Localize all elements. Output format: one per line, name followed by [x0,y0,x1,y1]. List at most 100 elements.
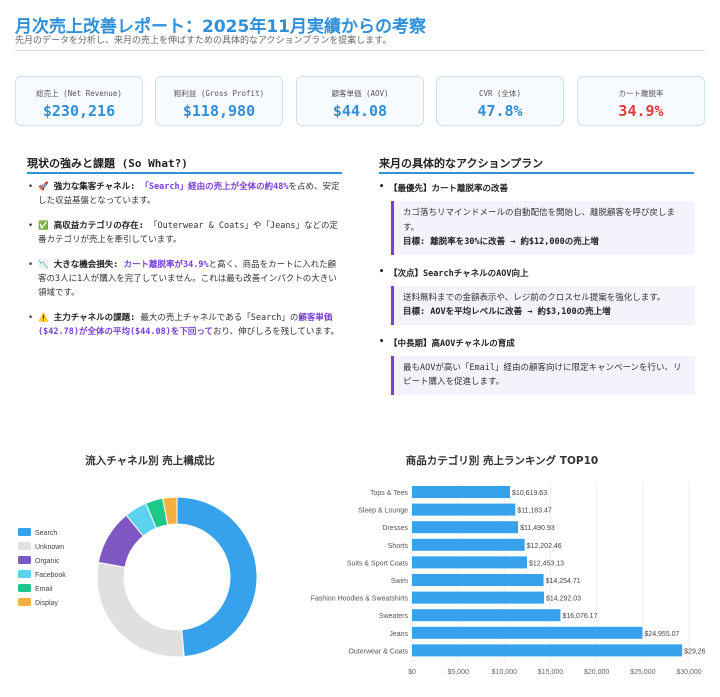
kpi-label: カート離脱率 [618,89,664,98]
pie-chart-title: 流入チャネル別 売上構成比 [85,455,215,467]
x-tick-label: $0 [408,669,416,676]
action-heading: 【次点】SearchチャネルのAOV向上 [379,267,695,279]
kpi-label: 顧客単価 (AOV) [331,89,389,98]
bar-value-label: $29,26 [684,648,706,655]
bar [412,486,511,498]
report-page: 月次売上改善レポート：2025年11月実績からの考察 先月のデータを分析し、来月… [0,0,720,697]
kpi-card-cvr: CVR (全体) 47.8% [436,76,564,126]
action-description: カゴ落ちリマインドメールの自動配信を開始し、離脱顧客を呼び戻します。 [403,208,676,233]
kpi-card-gross-profit: 粗利益 (Gross Profit) $118,980 [155,76,283,126]
kpi-label: 粗利益 (Gross Profit) [173,89,265,98]
bar [412,644,683,657]
action-card: 送料無料までの金額表示や、レジ前のクロスセル提案を強化します。 目標: AOVを… [391,285,695,325]
action-plan-list: 【最優先】カート離脱率の改善 カゴ落ちリマインドメールの自動配信を開始し、離脱顧… [379,182,695,407]
list-item: 🚀 強力な集客チャネル: 「Search」経由の売上が全体の約48%を占め、安定… [28,180,344,208]
kpi-value: 47.8% [477,102,523,120]
rocket-icon: 🚀 [38,182,49,192]
header-divider [15,50,705,51]
action-goal: 目標: 離脱率を30%に改善 → 約$12,000の売上増 [403,237,599,247]
bar [412,609,561,622]
item-text: おり、伸びしろを残しています。 [212,327,340,337]
bar [412,574,544,586]
bar-value-label: $14,254.71 [546,578,581,585]
check-icon: ✅ [38,221,49,231]
x-tick-label: $15,000 [538,669,563,676]
legend-label: Email [35,586,53,593]
bar [412,503,516,516]
y-tick-label: Dresses [382,525,408,532]
x-tick-label: $5,000 [447,669,469,676]
x-tick-label: $10,000 [492,669,517,676]
action-heading: 【中長期】高AOVチャネルの育成 [379,337,695,349]
kpi-value: $44.08 [332,102,388,120]
bar-chart-title: 商品カテゴリ別 売上ランキング TOP10 [405,455,599,467]
actions-title-underline [379,172,694,174]
bar [412,556,527,569]
kpi-label: 総売上 (Net Revenue) [36,89,122,98]
action-heading: 【最優先】カート離脱率の改善 [379,182,695,194]
pie-slice-unknown [96,561,185,658]
y-tick-label: Suits & Sport Coats [347,560,409,567]
bar-value-label: $24,955.07 [644,631,679,638]
legend-swatch [18,528,31,536]
bar-value-label: $10,619.63 [512,490,547,497]
strengths-list: 🚀 強力な集客チャネル: 「Search」経由の売上が全体の約48%を占め、安定… [28,180,344,350]
bar [412,626,643,639]
y-tick-label: Swim [391,578,408,585]
y-tick-label: Tops & Tees [370,490,409,497]
strengths-section-title: 現状の強みと課題 (So What?) [27,157,188,170]
bar-value-label: $11,490.93 [520,525,555,532]
page-subtitle: 先月のデータを分析し、来月の売上を伸ばすための具体的なアクションプランを提案しま… [15,36,392,46]
actions-section-title: 来月の具体的なアクションプラン [379,157,544,170]
action-description: 最もAOVが高い「Email」経由の顧客向けに限定キャンペーンを行い、リピート購… [403,362,682,388]
legend-label: Organic [35,558,60,565]
item-heading: 大きな機会損失: [53,260,119,270]
bar-value-label: $12,202.46 [527,543,562,550]
strengths-title-underline [27,172,342,174]
x-tick-label: $20,000 [584,669,609,676]
legend-label: Facebook [35,572,66,579]
kpi-value: 34.9% [618,102,664,120]
list-item: ⚠️ 主力チャネルの課題: 最大の売上チャネルである「Search」の顧客単価(… [28,311,344,339]
legend-label: Search [35,530,57,537]
list-item: ✅ 高収益カテゴリの存在: 「Outerwear & Coats」や「Jeans… [28,219,344,247]
y-tick-label: Shorts [388,543,409,550]
item-heading: 強力な集客チャネル: [53,182,136,192]
y-tick-label: Fashion Hoodies & Sweatshirts [311,596,409,603]
item-heading: 主力チャネルの課題: [53,313,136,323]
kpi-label: CVR (全体) [478,89,522,98]
x-tick-label: $25,000 [630,669,655,676]
action-goal: 目標: AOVを平均レベルに改善 → 約$3,100の売上増 [403,307,611,317]
bar [412,521,519,534]
item-highlight: カート離脱率が34.9% [123,260,209,270]
kpi-card-revenue: 総売上 (Net Revenue) $230,216 [15,76,143,126]
kpi-card-cart-abandonment: カート離脱率 34.9% [577,76,705,126]
bar-value-label: $12,453.13 [529,560,564,567]
legend-label: Unknown [35,544,64,551]
y-tick-label: Outerwear & Coats [348,648,408,655]
item-highlight: 「Search」経由の売上が全体の約48% [140,182,289,192]
item-text: 最大の売上チャネルである「Search」の [135,313,299,323]
bar-value-label: $11,183.47 [517,508,552,515]
category-bar-chart: $0 $5,000 $10,000 $15,000 $20,000 $25,000 $30,… [311,482,706,676]
bar-value-label: $16,076.17 [562,613,597,620]
y-tick-label: Jeans [389,631,408,638]
list-item: 📉 大きな機会損失: カート離脱率が34.9%と高く、商品をカートに入れた顧客の… [28,258,344,300]
legend-swatch [18,598,31,606]
kpi-card-aov: 顧客単価 (AOV) $44.08 [296,76,424,126]
action-card: 最もAOVが高い「Email」経由の顧客向けに限定キャンペーンを行い、リピート購… [391,355,695,395]
action-description: 送料無料までの金額表示や、レジ前のクロスセル提案を強化します。 [403,292,666,303]
pie-slice-search [176,496,258,658]
chart-down-icon: 📉 [38,260,49,270]
bar [412,538,525,551]
warning-icon: ⚠️ [38,313,49,323]
legend-swatch [18,584,31,592]
item-heading: 高収益カテゴリの存在: [53,221,144,231]
bar [412,591,544,604]
legend-swatch [18,570,31,578]
bar-value-label: $14,292.03 [546,596,581,603]
legend-label: Display [35,600,58,607]
legend-swatch [18,556,31,564]
x-tick-label: $30,000 [676,669,701,676]
kpi-value: $118,980 [182,102,256,120]
